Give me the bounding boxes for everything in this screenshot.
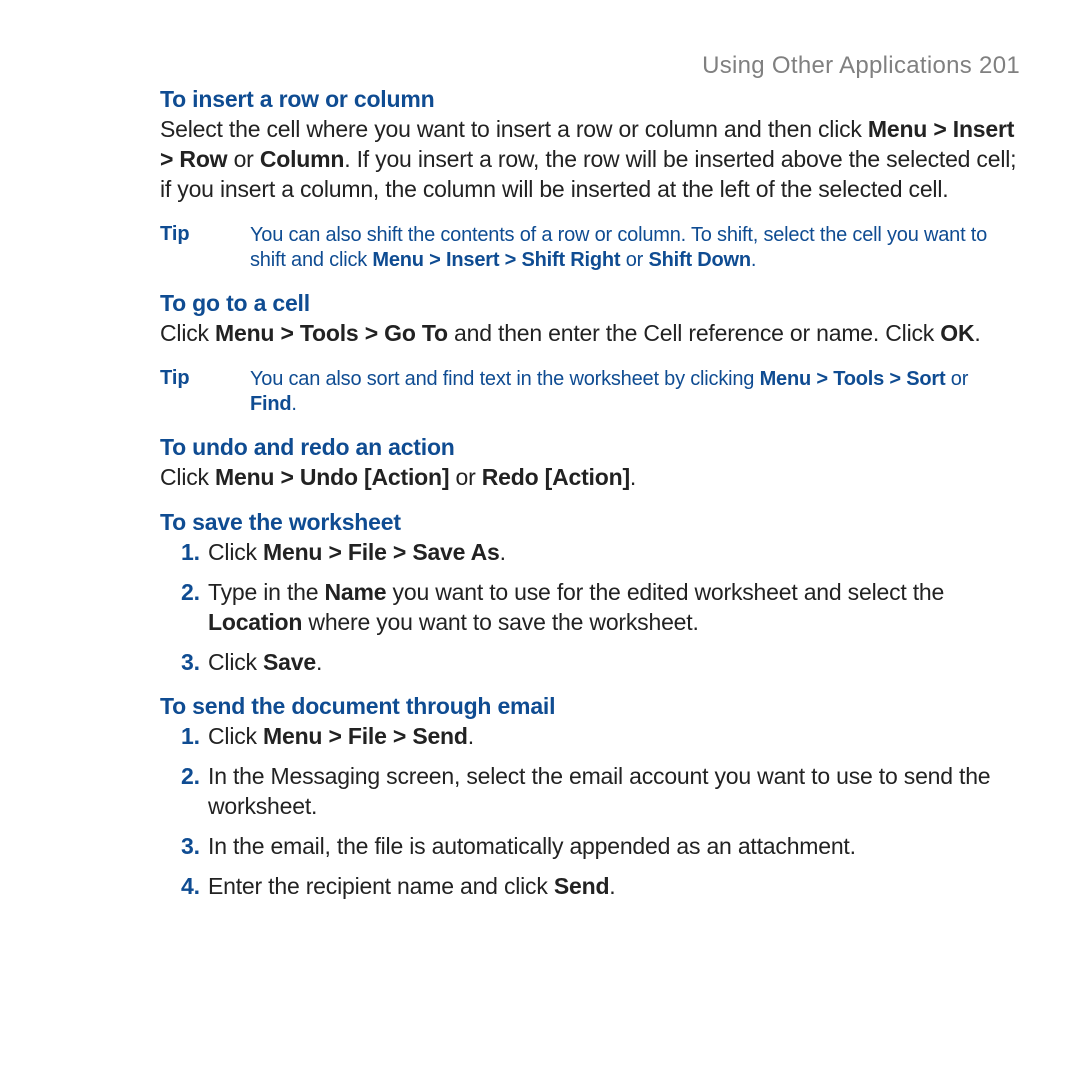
text-bold: Menu > Tools > Sort: [760, 368, 946, 390]
running-head: Using Other Applications 201: [160, 52, 1020, 80]
text: Click: [208, 539, 263, 565]
text: .: [974, 320, 980, 346]
text: Click: [208, 723, 263, 749]
text: .: [291, 393, 296, 415]
text-bold: OK: [940, 320, 974, 346]
tip-insert-shift: Tip You can also shift the contents of a…: [160, 223, 1020, 274]
text: .: [630, 464, 636, 490]
text: you want to use for the edited worksheet…: [386, 579, 944, 605]
text-bold: Shift Down: [648, 249, 750, 271]
text: where you want to save the worksheet.: [302, 609, 698, 635]
text-bold: Redo [Action]: [482, 464, 630, 490]
tip-label: Tip: [160, 367, 250, 418]
text: .: [609, 873, 615, 899]
text: or: [620, 249, 648, 271]
list-item: Type in the Name you want to use for the…: [206, 578, 1020, 638]
tip-label: Tip: [160, 223, 250, 274]
paragraph-go-to-cell: Click Menu > Tools > Go To and then ente…: [160, 319, 1020, 349]
tip-body: You can also shift the contents of a row…: [250, 223, 1020, 274]
text-bold: Send: [554, 873, 609, 899]
heading-insert-row-column: To insert a row or column: [160, 86, 1020, 113]
paragraph-insert-row-column: Select the cell where you want to insert…: [160, 115, 1020, 205]
text: .: [468, 723, 474, 749]
tip-sort-find: Tip You can also sort and find text in t…: [160, 367, 1020, 418]
list-item: Enter the recipient name and click Send.: [206, 872, 1020, 902]
text: .: [500, 539, 506, 565]
text: .: [751, 249, 756, 271]
heading-send-document-email: To send the document through email: [160, 693, 1020, 720]
heading-undo-redo: To undo and redo an action: [160, 434, 1020, 461]
text: Type in the: [208, 579, 325, 605]
text-bold: Menu > Tools > Go To: [215, 320, 448, 346]
text: You can also sort and find text in the w…: [250, 368, 760, 390]
text-bold: Name: [325, 579, 387, 605]
text: or: [227, 146, 259, 172]
text: Click: [208, 649, 263, 675]
text: .: [316, 649, 322, 675]
text: In the Messaging screen, select the emai…: [208, 763, 990, 819]
text-bold: Menu > Undo [Action]: [215, 464, 449, 490]
text: In the email, the file is automatically …: [208, 833, 856, 859]
list-item: Click Menu > File > Save As.: [206, 538, 1020, 568]
text-bold: Menu > File > Save As: [263, 539, 500, 565]
text-bold: Column: [260, 146, 344, 172]
text-bold: Menu > Insert > Shift Right: [372, 249, 620, 271]
heading-go-to-cell: To go to a cell: [160, 290, 1020, 317]
list-item: In the Messaging screen, select the emai…: [206, 762, 1020, 822]
text: Click: [160, 464, 215, 490]
list-item: Click Menu > File > Send.: [206, 722, 1020, 752]
text: Enter the recipient name and click: [208, 873, 554, 899]
text: or: [945, 368, 968, 390]
list-item: In the email, the file is automatically …: [206, 832, 1020, 862]
document-page: Using Other Applications 201 To insert a…: [0, 0, 1080, 1080]
text: or: [449, 464, 481, 490]
steps-save-worksheet: Click Menu > File > Save As. Type in the…: [160, 538, 1020, 678]
tip-body: You can also sort and find text in the w…: [250, 367, 1020, 418]
text: Select the cell where you want to insert…: [160, 116, 868, 142]
text-bold: Save: [263, 649, 316, 675]
paragraph-undo-redo: Click Menu > Undo [Action] or Redo [Acti…: [160, 463, 1020, 493]
text: and then enter the Cell reference or nam…: [448, 320, 940, 346]
list-item: Click Save.: [206, 648, 1020, 678]
text-bold: Location: [208, 609, 302, 635]
heading-save-worksheet: To save the worksheet: [160, 509, 1020, 536]
text: Click: [160, 320, 215, 346]
text-bold: Find: [250, 393, 291, 415]
text-bold: Menu > File > Send: [263, 723, 468, 749]
steps-send-document-email: Click Menu > File > Send. In the Messagi…: [160, 722, 1020, 901]
